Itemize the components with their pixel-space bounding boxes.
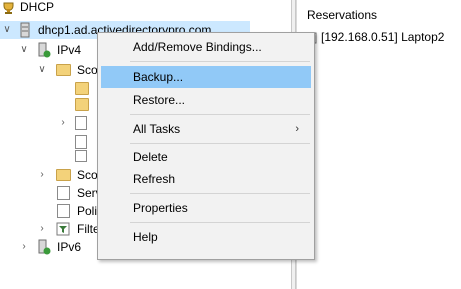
folder-clock-icon — [75, 98, 89, 111]
dhcp-trophy-icon — [3, 1, 14, 14]
tree-node-address-leases[interactable] — [0, 96, 97, 114]
server-options-icon — [57, 186, 70, 200]
tree-node-ipv4[interactable]: ∨ IPv4 — [0, 41, 97, 59]
menu-item-help[interactable]: Help — [101, 226, 311, 248]
menu-item-delete[interactable]: Delete — [101, 146, 311, 168]
folder-icon — [56, 64, 71, 76]
tree-node-policies[interactable]: Poli — [0, 202, 97, 220]
menu-item-backup[interactable]: Backup... — [101, 66, 311, 88]
folder-icon — [75, 82, 89, 95]
results-header: Reservations — [307, 8, 378, 22]
tree-node-scope[interactable]: ∨ Sco — [0, 61, 97, 79]
filter-icon — [56, 222, 70, 236]
menu-item-restore[interactable]: Restore... — [101, 89, 311, 111]
tree-node-dhcp[interactable]: DHCP — [0, 0, 291, 16]
folder-icon — [56, 169, 71, 181]
reservation-icon — [75, 116, 87, 130]
menu-separator — [130, 61, 310, 62]
menu-separator — [130, 143, 310, 144]
results-pane: Reservations [192.168.0.51] Laptop2 — [296, 0, 461, 289]
chevron-right-icon[interactable]: › — [19, 238, 29, 256]
tree-node-scope-2[interactable]: › Sco — [0, 166, 97, 184]
chevron-right-icon[interactable]: › — [37, 220, 47, 238]
menu-item-label: All Tasks — [133, 122, 181, 136]
ipv6-icon — [37, 239, 51, 255]
tree-node-filters[interactable]: › Filte — [0, 220, 99, 238]
ipv4-icon — [37, 42, 51, 58]
menu-item-all-tasks[interactable]: All Tasks › — [101, 118, 311, 140]
chevron-right-icon[interactable]: › — [58, 114, 68, 132]
list-item-label: [192.168.0.51] Laptop2 — [321, 30, 445, 44]
context-menu: Add/Remove Bindings... Backup... Restore… — [97, 32, 315, 260]
policies-icon — [75, 150, 87, 162]
tree-label: IPv6 — [57, 240, 82, 254]
tree-label: Sco — [77, 168, 98, 182]
tree-label: IPv4 — [57, 43, 82, 57]
tree-label: DHCP — [20, 0, 55, 14]
tree-node-reservations[interactable]: › — [0, 114, 97, 132]
policies-icon — [57, 204, 70, 218]
menu-item-properties[interactable]: Properties — [101, 197, 311, 219]
menu-item-add-remove-bindings[interactable]: Add/Remove Bindings... — [101, 36, 311, 58]
menu-item-refresh[interactable]: Refresh — [101, 168, 311, 190]
tree-label: Sco — [77, 63, 98, 77]
tree-node-server-options[interactable]: Serv — [0, 184, 102, 202]
menu-separator — [130, 193, 310, 194]
tree-label: Poli — [77, 204, 98, 218]
options-icon — [75, 135, 87, 149]
tree-node-scope-policies[interactable] — [0, 148, 97, 166]
menu-separator — [130, 114, 310, 115]
list-item[interactable]: [192.168.0.51] Laptop2 — [307, 28, 457, 46]
chevron-down-icon[interactable]: ∨ — [2, 21, 12, 39]
chevron-right-icon[interactable]: › — [37, 166, 47, 184]
server-icon — [20, 22, 30, 38]
menu-separator — [130, 222, 310, 223]
chevron-down-icon[interactable]: ∨ — [37, 61, 47, 79]
chevron-down-icon[interactable]: ∨ — [19, 41, 29, 59]
chevron-right-icon: › — [295, 123, 299, 135]
